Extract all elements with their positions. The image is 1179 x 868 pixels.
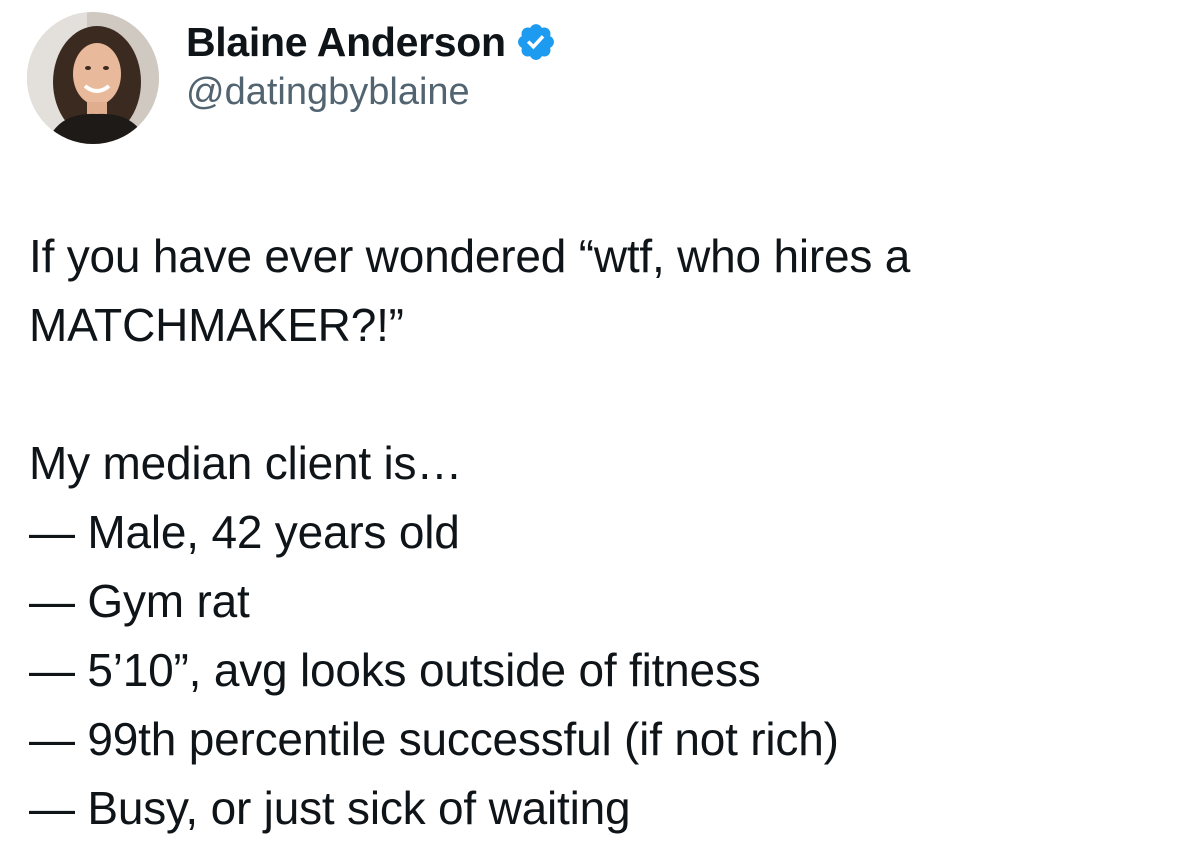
- profile-photo-icon: [27, 12, 159, 144]
- tweet-text: If you have ever wondered “wtf, who hire…: [29, 222, 1159, 843]
- display-name[interactable]: Blaine Anderson: [186, 19, 506, 66]
- tweet-header: Blaine Anderson @datingbyblaine: [27, 11, 557, 145]
- list-item: — 5’10”, avg looks outside of fitness: [29, 644, 761, 696]
- list-item: — Busy, or just sick of waiting: [29, 782, 631, 834]
- tweet: Blaine Anderson @datingbyblaine If you h…: [0, 0, 1179, 868]
- text-line: MATCHMAKER?!”: [29, 299, 404, 351]
- text-line: If you have ever wondered “wtf, who hire…: [29, 230, 911, 282]
- author-handle[interactable]: @datingbyblaine: [186, 71, 557, 114]
- list-item: — Gym rat: [29, 575, 250, 627]
- text-line: My median client is…: [29, 437, 463, 489]
- avatar[interactable]: [27, 12, 159, 144]
- list-item: — Male, 42 years old: [29, 506, 460, 558]
- list-item: — 99th percentile successful (if not ric…: [29, 713, 839, 765]
- verified-badge-icon[interactable]: [515, 21, 557, 63]
- author-identity: Blaine Anderson @datingbyblaine: [186, 14, 557, 114]
- client-traits-list: — Male, 42 years old — Gym rat — 5’10”, …: [29, 498, 1159, 843]
- name-row: Blaine Anderson: [186, 14, 557, 70]
